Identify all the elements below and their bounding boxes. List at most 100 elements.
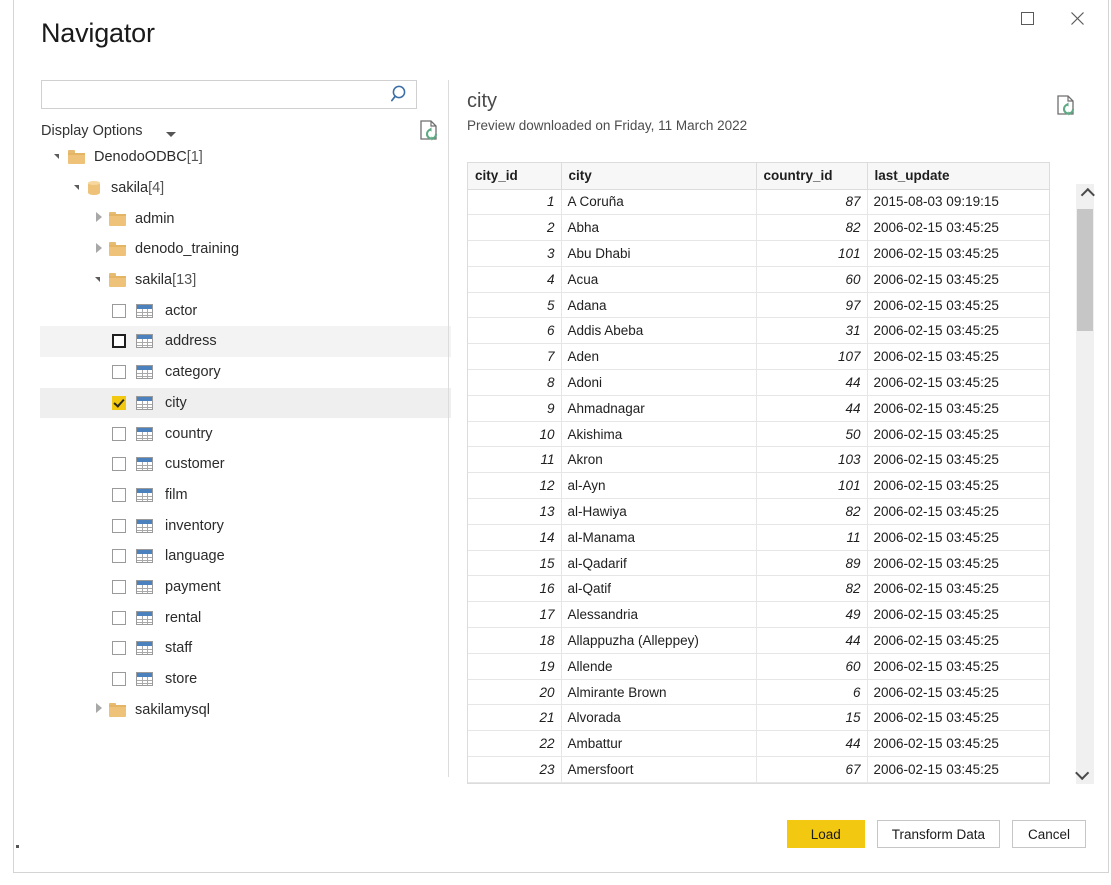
table-row: 6Addis Abeba312006-02-15 03:45:25 [468,318,1049,344]
tree-item-count: [1] [187,149,203,165]
column-header-last_update[interactable]: last_update [867,163,1049,189]
tree-item-checkbox[interactable] [112,672,126,686]
close-button[interactable] [1055,0,1100,36]
cell-country_id: 44 [756,370,867,396]
collapse-triangle-icon[interactable] [50,142,68,173]
collapse-triangle-icon[interactable] [70,173,88,204]
tree-item-customer[interactable]: customer [40,449,451,480]
tree-item-category[interactable]: category [40,357,451,388]
display-options-button[interactable]: Display Options [41,123,143,139]
search-icon[interactable] [390,84,411,105]
cell-last_update: 2006-02-15 03:45:25 [867,292,1049,318]
scroll-down-button[interactable] [1076,762,1094,784]
tree-item-checkbox[interactable] [112,396,126,410]
tree-item-checkbox[interactable] [112,488,126,502]
folder-icon [68,150,85,164]
tree-item-sakilamysql[interactable]: sakilamysql [40,694,451,725]
cell-last_update: 2006-02-15 03:45:25 [867,473,1049,499]
table-row: 21Alvorada152006-02-15 03:45:25 [468,705,1049,731]
column-header-city_id[interactable]: city_id [468,163,561,189]
search-input[interactable] [42,81,387,108]
navigator-left-pane: Display Options DenodoODBC [1]sakila [4]… [41,80,436,777]
transform-data-button[interactable]: Transform Data [877,820,1000,848]
preview-vertical-scrollbar[interactable] [1076,184,1094,784]
folder-icon [109,212,126,226]
column-header-city[interactable]: city [561,163,756,189]
cell-city_id: 4 [468,266,561,292]
table-icon [136,672,153,686]
tree-item-inventory[interactable]: inventory [40,510,451,541]
tree-item-denodoodbc[interactable]: DenodoODBC [1] [40,142,451,173]
tree-item-checkbox[interactable] [112,365,126,379]
cell-city: al-Qatif [561,576,756,602]
cell-last_update: 2006-02-15 03:45:25 [867,499,1049,525]
expand-triangle-icon[interactable] [91,203,109,234]
tree-item-checkbox[interactable] [112,549,126,563]
tree-item-sakila[interactable]: sakila [13] [40,265,451,296]
tree-item-checkbox[interactable] [112,641,126,655]
cell-city_id: 8 [468,370,561,396]
table-row: 20Almirante Brown62006-02-15 03:45:25 [468,679,1049,705]
cell-city: Acua [561,266,756,292]
cell-city_id: 14 [468,524,561,550]
tree-item-checkbox[interactable] [112,611,126,625]
cell-country_id: 89 [756,550,867,576]
tree-item-film[interactable]: film [40,480,451,511]
refresh-document-icon[interactable] [1055,94,1077,118]
cell-last_update: 2006-02-15 03:45:25 [867,731,1049,757]
tree-item-city[interactable]: city [40,388,451,419]
page-title: Navigator [41,18,155,49]
maximize-button[interactable] [1005,0,1050,36]
table-header-row: city_idcitycountry_idlast_update [468,163,1049,189]
tree-item-store[interactable]: store [40,664,451,695]
cell-city_id: 13 [468,499,561,525]
table-row: 10Akishima502006-02-15 03:45:25 [468,421,1049,447]
expand-triangle-icon[interactable] [91,694,109,725]
cell-country_id: 87 [756,189,867,215]
table-icon [136,334,153,348]
preview-pane: city Preview downloaded on Friday, 11 Ma… [467,90,1086,784]
tree-item-checkbox[interactable] [112,334,126,348]
tree-item-checkbox[interactable] [112,304,126,318]
expand-triangle-icon[interactable] [91,234,109,265]
cell-city: A Coruña [561,189,756,215]
refresh-document-icon[interactable] [418,119,440,143]
tree-item-checkbox[interactable] [112,427,126,441]
load-button[interactable]: Load [787,820,865,848]
chevron-down-icon[interactable] [166,132,176,137]
tree-item-country[interactable]: country [40,418,451,449]
tree-item-rental[interactable]: rental [40,602,451,633]
table-row: 1A Coruña872015-08-03 09:19:15 [468,189,1049,215]
tree-item-denodo-training[interactable]: denodo_training [40,234,451,265]
tree-item-staff[interactable]: staff [40,633,451,664]
cell-last_update: 2006-02-15 03:45:25 [867,653,1049,679]
tree-item-language[interactable]: language [40,541,451,572]
cell-city: al-Ayn [561,473,756,499]
cell-city_id: 6 [468,318,561,344]
scroll-up-button[interactable] [1076,184,1094,206]
tree-item-checkbox[interactable] [112,519,126,533]
tree-item-actor[interactable]: actor [40,295,451,326]
chevron-down-icon [1075,766,1089,780]
tree-item-address[interactable]: address [40,326,451,357]
tree-item-checkbox[interactable] [112,580,126,594]
tree-item-checkbox[interactable] [112,457,126,471]
table-row: 7Aden1072006-02-15 03:45:25 [468,344,1049,370]
folder-icon [109,273,126,287]
object-tree[interactable]: DenodoODBC [1]sakila [4]admindenodo_trai… [40,142,451,777]
search-box[interactable] [41,80,417,109]
collapse-triangle-icon[interactable] [91,265,109,296]
cell-city_id: 10 [468,421,561,447]
tree-item-sakila[interactable]: sakila [4] [40,173,451,204]
tree-item-payment[interactable]: payment [40,572,451,603]
table-icon [136,641,153,655]
cell-city_id: 16 [468,576,561,602]
column-header-country_id[interactable]: country_id [756,163,867,189]
tree-item-admin[interactable]: admin [40,203,451,234]
scrollbar-thumb[interactable] [1077,209,1093,331]
cancel-button[interactable]: Cancel [1012,820,1086,848]
preview-table-container[interactable]: city_idcitycountry_idlast_update 1A Coru… [467,162,1050,784]
cell-city_id: 5 [468,292,561,318]
tree-item-label: sakila [135,272,172,288]
cell-country_id: 82 [756,576,867,602]
